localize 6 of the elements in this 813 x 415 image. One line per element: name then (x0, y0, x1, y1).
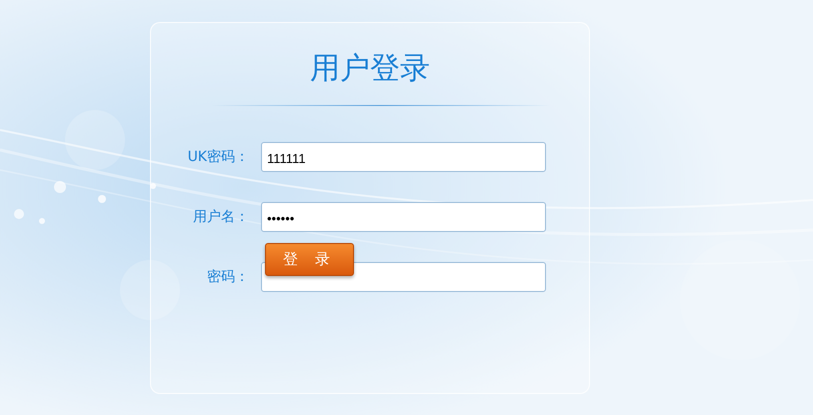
field-label: 用户名： (192, 208, 249, 226)
field-label: 密码： (206, 268, 249, 286)
login-title: 用户登录 (309, 50, 431, 88)
field-label: UK密码： (186, 148, 249, 166)
input-field[interactable]: •••••• (261, 202, 546, 232)
input-field[interactable]: 111111 (261, 142, 546, 172)
